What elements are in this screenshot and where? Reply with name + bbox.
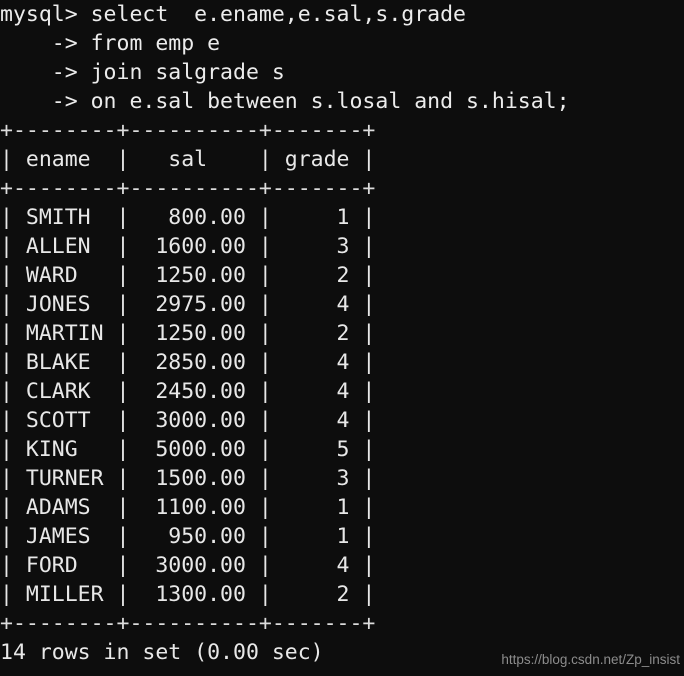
result-table: +--------+----------+-------+ | ename | … (0, 116, 684, 638)
terminal-window[interactable]: mysql> select e.ename,e.sal,s.grade -> f… (0, 0, 684, 676)
table-row: | ALLEN | 1600.00 | 3 | (0, 234, 376, 259)
table-row: | TURNER | 1500.00 | 3 | (0, 466, 376, 491)
table-row: | WARD | 1250.00 | 2 | (0, 263, 376, 288)
query-line-from: -> from emp e (0, 31, 221, 56)
table-row: | JAMES | 950.00 | 1 | (0, 524, 376, 549)
table-header-row: | ename | sal | grade | (0, 147, 376, 172)
table-row: | MARTIN | 1250.00 | 2 | (0, 321, 376, 346)
table-row: | BLAKE | 2850.00 | 4 | (0, 350, 376, 375)
table-row: | JONES | 2975.00 | 4 | (0, 292, 376, 317)
table-row: | ADAMS | 1100.00 | 1 | (0, 495, 376, 520)
table-row: | SCOTT | 3000.00 | 4 | (0, 408, 376, 433)
query-line-on: -> on e.sal between s.losal and s.hisal; (0, 89, 570, 114)
table-row: | CLARK | 2450.00 | 4 | (0, 379, 376, 404)
table-row: | SMITH | 800.00 | 1 | (0, 205, 376, 230)
table-separator-top: +--------+----------+-------+ (0, 118, 376, 143)
watermark: https://blog.csdn.net/Zp_insist (501, 652, 680, 667)
table-row: | MILLER | 1300.00 | 2 | (0, 582, 376, 607)
query-line-join: -> join salgrade s (0, 60, 285, 85)
table-row: | KING | 5000.00 | 5 | (0, 437, 376, 462)
table-separator-header: +--------+----------+-------+ (0, 176, 376, 201)
sql-query-block: mysql> select e.ename,e.sal,s.grade -> f… (0, 0, 684, 116)
query-line-select: mysql> select e.ename,e.sal,s.grade (0, 2, 466, 27)
table-separator-bottom: +--------+----------+-------+ (0, 611, 376, 636)
table-row: | FORD | 3000.00 | 4 | (0, 553, 376, 578)
